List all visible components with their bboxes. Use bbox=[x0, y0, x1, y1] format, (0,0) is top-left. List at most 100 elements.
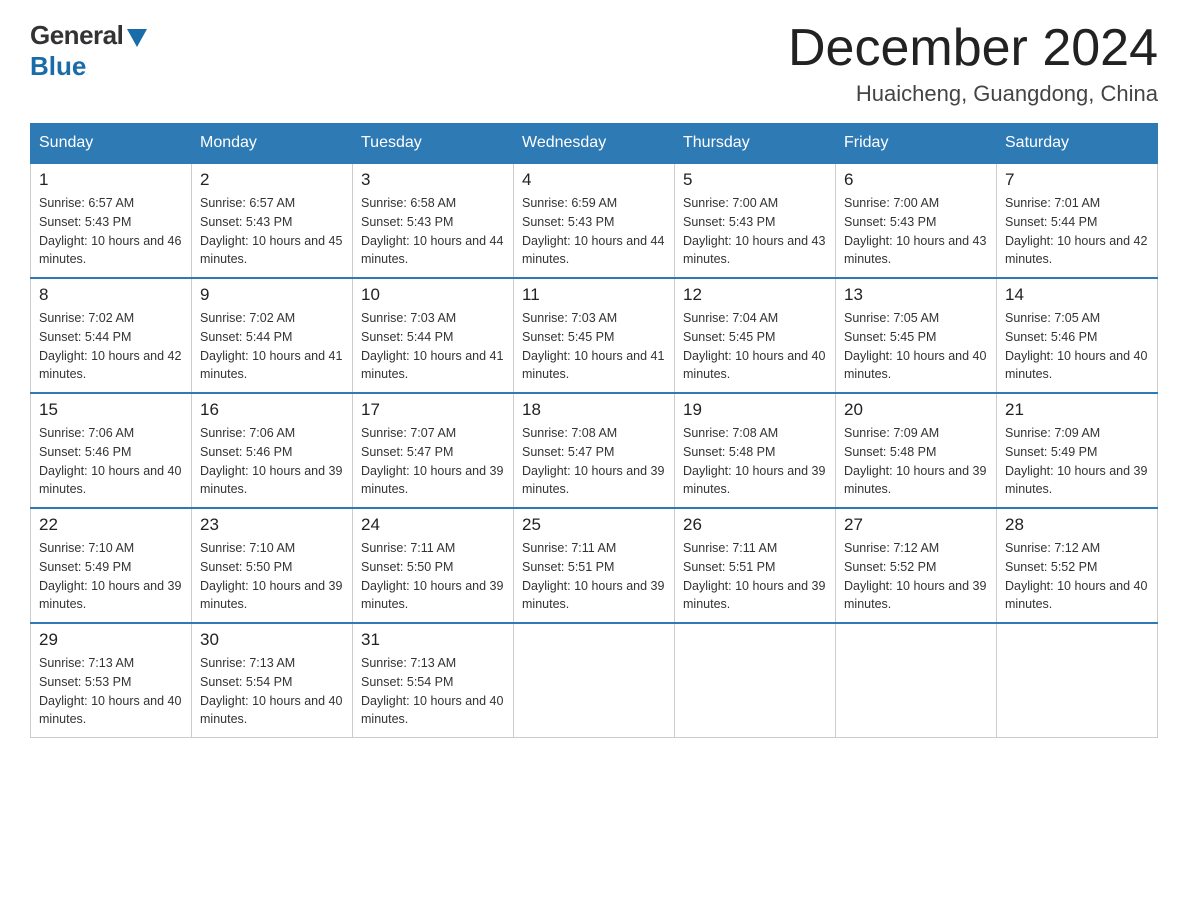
day-info: Sunrise: 7:03 AM Sunset: 5:44 PM Dayligh… bbox=[361, 309, 505, 384]
day-number: 21 bbox=[1005, 400, 1149, 420]
calendar-cell: 10 Sunrise: 7:03 AM Sunset: 5:44 PM Dayl… bbox=[353, 278, 514, 393]
day-info: Sunrise: 7:13 AM Sunset: 5:54 PM Dayligh… bbox=[361, 654, 505, 729]
calendar-cell: 27 Sunrise: 7:12 AM Sunset: 5:52 PM Dayl… bbox=[836, 508, 997, 623]
day-number: 11 bbox=[522, 285, 666, 305]
day-number: 18 bbox=[522, 400, 666, 420]
day-info: Sunrise: 7:05 AM Sunset: 5:46 PM Dayligh… bbox=[1005, 309, 1149, 384]
day-info: Sunrise: 7:04 AM Sunset: 5:45 PM Dayligh… bbox=[683, 309, 827, 384]
calendar-cell: 2 Sunrise: 6:57 AM Sunset: 5:43 PM Dayli… bbox=[192, 163, 353, 278]
calendar-cell: 11 Sunrise: 7:03 AM Sunset: 5:45 PM Dayl… bbox=[514, 278, 675, 393]
day-number: 3 bbox=[361, 170, 505, 190]
header-tuesday: Tuesday bbox=[353, 124, 514, 164]
day-info: Sunrise: 7:02 AM Sunset: 5:44 PM Dayligh… bbox=[39, 309, 183, 384]
day-info: Sunrise: 7:09 AM Sunset: 5:48 PM Dayligh… bbox=[844, 424, 988, 499]
day-info: Sunrise: 7:13 AM Sunset: 5:53 PM Dayligh… bbox=[39, 654, 183, 729]
day-info: Sunrise: 6:57 AM Sunset: 5:43 PM Dayligh… bbox=[39, 194, 183, 269]
day-info: Sunrise: 7:12 AM Sunset: 5:52 PM Dayligh… bbox=[844, 539, 988, 614]
week-row-2: 8 Sunrise: 7:02 AM Sunset: 5:44 PM Dayli… bbox=[31, 278, 1158, 393]
header-friday: Friday bbox=[836, 124, 997, 164]
day-number: 26 bbox=[683, 515, 827, 535]
day-number: 23 bbox=[200, 515, 344, 535]
calendar-cell bbox=[836, 623, 997, 738]
day-info: Sunrise: 7:07 AM Sunset: 5:47 PM Dayligh… bbox=[361, 424, 505, 499]
day-info: Sunrise: 7:08 AM Sunset: 5:47 PM Dayligh… bbox=[522, 424, 666, 499]
day-info: Sunrise: 7:06 AM Sunset: 5:46 PM Dayligh… bbox=[200, 424, 344, 499]
day-info: Sunrise: 7:01 AM Sunset: 5:44 PM Dayligh… bbox=[1005, 194, 1149, 269]
day-number: 27 bbox=[844, 515, 988, 535]
calendar-cell: 5 Sunrise: 7:00 AM Sunset: 5:43 PM Dayli… bbox=[675, 163, 836, 278]
day-number: 5 bbox=[683, 170, 827, 190]
day-number: 9 bbox=[200, 285, 344, 305]
header-wednesday: Wednesday bbox=[514, 124, 675, 164]
calendar-cell: 7 Sunrise: 7:01 AM Sunset: 5:44 PM Dayli… bbox=[997, 163, 1158, 278]
day-info: Sunrise: 7:10 AM Sunset: 5:49 PM Dayligh… bbox=[39, 539, 183, 614]
day-number: 6 bbox=[844, 170, 988, 190]
day-info: Sunrise: 7:10 AM Sunset: 5:50 PM Dayligh… bbox=[200, 539, 344, 614]
day-number: 20 bbox=[844, 400, 988, 420]
day-info: Sunrise: 6:57 AM Sunset: 5:43 PM Dayligh… bbox=[200, 194, 344, 269]
day-info: Sunrise: 7:02 AM Sunset: 5:44 PM Dayligh… bbox=[200, 309, 344, 384]
calendar-cell: 22 Sunrise: 7:10 AM Sunset: 5:49 PM Dayl… bbox=[31, 508, 192, 623]
day-number: 25 bbox=[522, 515, 666, 535]
week-row-1: 1 Sunrise: 6:57 AM Sunset: 5:43 PM Dayli… bbox=[31, 163, 1158, 278]
day-number: 8 bbox=[39, 285, 183, 305]
day-info: Sunrise: 7:11 AM Sunset: 5:51 PM Dayligh… bbox=[522, 539, 666, 614]
day-info: Sunrise: 7:00 AM Sunset: 5:43 PM Dayligh… bbox=[683, 194, 827, 269]
calendar-cell: 26 Sunrise: 7:11 AM Sunset: 5:51 PM Dayl… bbox=[675, 508, 836, 623]
header-thursday: Thursday bbox=[675, 124, 836, 164]
day-number: 31 bbox=[361, 630, 505, 650]
calendar-cell: 29 Sunrise: 7:13 AM Sunset: 5:53 PM Dayl… bbox=[31, 623, 192, 738]
day-number: 7 bbox=[1005, 170, 1149, 190]
day-info: Sunrise: 7:13 AM Sunset: 5:54 PM Dayligh… bbox=[200, 654, 344, 729]
day-number: 15 bbox=[39, 400, 183, 420]
calendar-cell: 3 Sunrise: 6:58 AM Sunset: 5:43 PM Dayli… bbox=[353, 163, 514, 278]
day-info: Sunrise: 7:11 AM Sunset: 5:50 PM Dayligh… bbox=[361, 539, 505, 614]
day-info: Sunrise: 7:05 AM Sunset: 5:45 PM Dayligh… bbox=[844, 309, 988, 384]
calendar-cell: 15 Sunrise: 7:06 AM Sunset: 5:46 PM Dayl… bbox=[31, 393, 192, 508]
calendar-cell: 25 Sunrise: 7:11 AM Sunset: 5:51 PM Dayl… bbox=[514, 508, 675, 623]
header-saturday: Saturday bbox=[997, 124, 1158, 164]
day-info: Sunrise: 6:59 AM Sunset: 5:43 PM Dayligh… bbox=[522, 194, 666, 269]
calendar-cell: 28 Sunrise: 7:12 AM Sunset: 5:52 PM Dayl… bbox=[997, 508, 1158, 623]
logo-arrow-icon bbox=[127, 29, 147, 47]
calendar-cell: 17 Sunrise: 7:07 AM Sunset: 5:47 PM Dayl… bbox=[353, 393, 514, 508]
calendar-cell: 20 Sunrise: 7:09 AM Sunset: 5:48 PM Dayl… bbox=[836, 393, 997, 508]
week-row-5: 29 Sunrise: 7:13 AM Sunset: 5:53 PM Dayl… bbox=[31, 623, 1158, 738]
day-number: 30 bbox=[200, 630, 344, 650]
page-header: General Blue December 2024 Huaicheng, Gu… bbox=[30, 20, 1158, 107]
calendar-cell: 1 Sunrise: 6:57 AM Sunset: 5:43 PM Dayli… bbox=[31, 163, 192, 278]
day-number: 2 bbox=[200, 170, 344, 190]
calendar-cell: 16 Sunrise: 7:06 AM Sunset: 5:46 PM Dayl… bbox=[192, 393, 353, 508]
calendar-cell: 12 Sunrise: 7:04 AM Sunset: 5:45 PM Dayl… bbox=[675, 278, 836, 393]
calendar-cell: 14 Sunrise: 7:05 AM Sunset: 5:46 PM Dayl… bbox=[997, 278, 1158, 393]
logo: General Blue bbox=[30, 20, 147, 82]
calendar-cell: 23 Sunrise: 7:10 AM Sunset: 5:50 PM Dayl… bbox=[192, 508, 353, 623]
calendar-cell bbox=[675, 623, 836, 738]
calendar-cell bbox=[997, 623, 1158, 738]
day-number: 28 bbox=[1005, 515, 1149, 535]
calendar-cell: 19 Sunrise: 7:08 AM Sunset: 5:48 PM Dayl… bbox=[675, 393, 836, 508]
day-info: Sunrise: 7:06 AM Sunset: 5:46 PM Dayligh… bbox=[39, 424, 183, 499]
day-number: 14 bbox=[1005, 285, 1149, 305]
calendar-cell: 8 Sunrise: 7:02 AM Sunset: 5:44 PM Dayli… bbox=[31, 278, 192, 393]
calendar-cell bbox=[514, 623, 675, 738]
title-section: December 2024 Huaicheng, Guangdong, Chin… bbox=[788, 20, 1158, 107]
calendar-cell: 18 Sunrise: 7:08 AM Sunset: 5:47 PM Dayl… bbox=[514, 393, 675, 508]
calendar-table: SundayMondayTuesdayWednesdayThursdayFrid… bbox=[30, 123, 1158, 738]
week-row-4: 22 Sunrise: 7:10 AM Sunset: 5:49 PM Dayl… bbox=[31, 508, 1158, 623]
calendar-cell: 13 Sunrise: 7:05 AM Sunset: 5:45 PM Dayl… bbox=[836, 278, 997, 393]
day-info: Sunrise: 7:12 AM Sunset: 5:52 PM Dayligh… bbox=[1005, 539, 1149, 614]
calendar-cell: 6 Sunrise: 7:00 AM Sunset: 5:43 PM Dayli… bbox=[836, 163, 997, 278]
day-number: 17 bbox=[361, 400, 505, 420]
day-number: 16 bbox=[200, 400, 344, 420]
logo-blue-text: Blue bbox=[30, 51, 86, 82]
calendar-cell: 31 Sunrise: 7:13 AM Sunset: 5:54 PM Dayl… bbox=[353, 623, 514, 738]
month-title: December 2024 bbox=[788, 20, 1158, 77]
day-number: 4 bbox=[522, 170, 666, 190]
day-number: 13 bbox=[844, 285, 988, 305]
day-number: 10 bbox=[361, 285, 505, 305]
day-info: Sunrise: 7:08 AM Sunset: 5:48 PM Dayligh… bbox=[683, 424, 827, 499]
day-number: 1 bbox=[39, 170, 183, 190]
day-number: 19 bbox=[683, 400, 827, 420]
day-info: Sunrise: 7:03 AM Sunset: 5:45 PM Dayligh… bbox=[522, 309, 666, 384]
